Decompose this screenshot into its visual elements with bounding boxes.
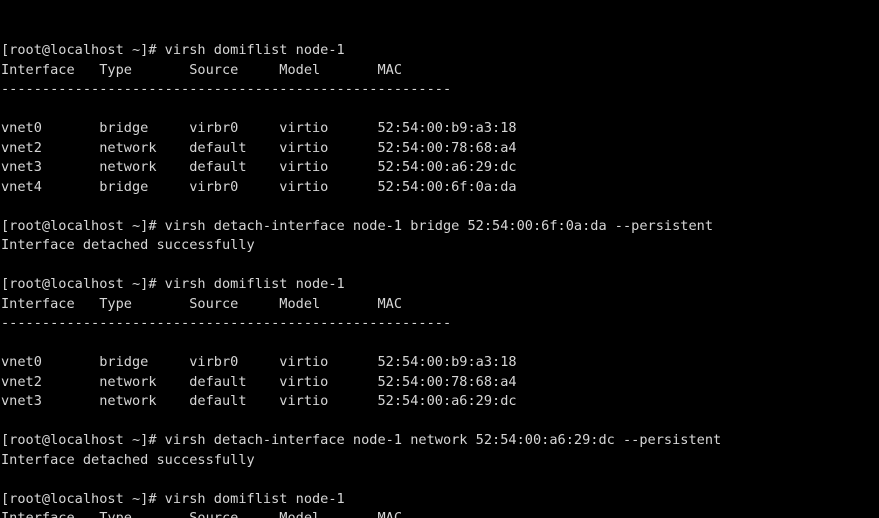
- terminal-screen[interactable]: [root@localhost ~]# virsh domiflist node…: [0, 0, 879, 518]
- terminal-line-output: Interface detached successfully: [1, 237, 255, 253]
- terminal-line-row: vnet2 network default virtio 52:54:00:78…: [1, 139, 517, 156]
- terminal-line-command: [root@localhost ~]# virsh domiflist node…: [1, 42, 345, 58]
- terminal-line-header: Interface Type Source Model MAC: [1, 295, 403, 312]
- terminal-line-row: vnet0 bridge virbr0 virtio 52:54:00:b9:a…: [1, 120, 517, 136]
- terminal-scrollback: [root@localhost ~]# virsh domiflist node…: [1, 41, 879, 518]
- terminal-line-header: Interface Type Source Model MAC: [1, 510, 403, 518]
- terminal-line-output: Interface detached successfully: [1, 451, 255, 468]
- terminal-line-separator: ----------------------------------------…: [1, 81, 452, 97]
- terminal-line-row: vnet0 bridge virbr0 virtio 52:54:00:b9:a…: [1, 354, 517, 370]
- terminal-line-header: Interface Type Source Model MAC: [1, 61, 403, 78]
- terminal-line-row: vnet3 network default virtio 52:54:00:a6…: [1, 159, 517, 175]
- terminal-line-separator: ----------------------------------------…: [1, 315, 452, 331]
- terminal-line-command: [root@localhost ~]# virsh domiflist node…: [1, 490, 345, 507]
- terminal-line-command: [root@localhost ~]# virsh domiflist node…: [1, 276, 345, 292]
- terminal-line-row: vnet4 bridge virbr0 virtio 52:54:00:6f:0…: [1, 178, 517, 195]
- terminal-line-row: vnet3 network default virtio 52:54:00:a6…: [1, 393, 517, 409]
- terminal-line-command: [root@localhost ~]# virsh detach-interfa…: [1, 217, 714, 234]
- terminal-line-row: vnet2 network default virtio 52:54:00:78…: [1, 373, 517, 390]
- terminal-line-command: [root@localhost ~]# virsh detach-interfa…: [1, 432, 722, 448]
